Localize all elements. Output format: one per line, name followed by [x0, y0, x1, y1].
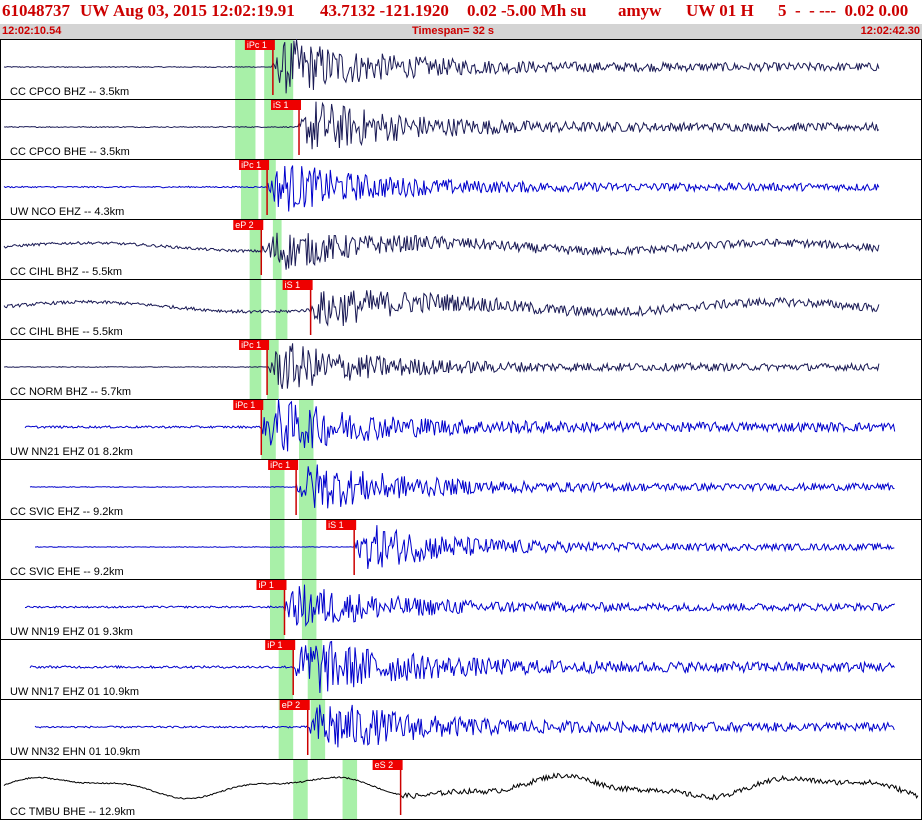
- pick-label: eP 2: [235, 220, 253, 230]
- time-window: [301, 520, 317, 579]
- event-header: 61048737 UW Aug 03, 2015 12:02:19.91 43.…: [0, 0, 922, 24]
- start-time: 12:02:10.54: [2, 25, 62, 37]
- event-author: amyw: [618, 1, 662, 20]
- station-label: CC NORM BHZ -- 5.7km: [10, 386, 131, 398]
- trace-row[interactable]: iPc 1 UW NN21 EHZ 01 8.2km: [0, 399, 922, 460]
- trace-panel[interactable]: iPc 1 CC CPCO BHZ -- 3.5km iS 1 CC CPCO BHE…: [0, 39, 922, 820]
- time-window: [269, 520, 285, 579]
- waveform: [3, 772, 919, 801]
- trace-row-border: [0, 759, 922, 820]
- pick-label: iS 1: [328, 520, 344, 530]
- trace-row[interactable]: eP 2 UW NN32 EHN 01 10.9km: [0, 699, 922, 760]
- event-magnitude: 0.02 -5.00 Mh su: [467, 1, 587, 20]
- event-source: UW 01 H: [686, 1, 754, 20]
- trace-row-border: [0, 219, 922, 280]
- trace-row-border: [0, 39, 922, 100]
- time-window: [342, 760, 358, 819]
- trace-row[interactable]: iPc 1 UW NCO EHZ -- 4.3km: [0, 159, 922, 220]
- trace-row[interactable]: eP 2 CC CIHL BHZ -- 5.5km: [0, 219, 922, 280]
- station-label: CC CIHL BHZ -- 5.5km: [10, 266, 122, 278]
- time-window: [293, 760, 308, 819]
- trace-row[interactable]: iPc 1 CC SVIC EHZ -- 9.2km: [0, 459, 922, 520]
- waveform: [29, 464, 895, 509]
- pick-label: iS 1: [285, 280, 301, 290]
- pick-label: iPc 1: [241, 160, 261, 170]
- pick-label: iPc 1: [270, 460, 290, 470]
- trace-row[interactable]: iPc 1 CC NORM BHZ -- 5.7km: [0, 339, 922, 400]
- waveform: [34, 704, 895, 748]
- waveform: [24, 584, 895, 627]
- pick-label: iS 1: [273, 100, 289, 110]
- pick-label: iPc 1: [235, 400, 255, 410]
- station-label: CC CPCO BHZ -- 3.5km: [10, 86, 129, 98]
- time-window: [235, 100, 256, 159]
- waveform: [3, 39, 880, 94]
- station-label: UW NN32 EHN 01 10.9km: [10, 746, 140, 758]
- pick-label: iPc 1: [241, 340, 261, 350]
- station-label: UW NN21 EHZ 01 8.2km: [10, 446, 133, 458]
- end-time: 12:02:42.30: [860, 25, 920, 37]
- pick-label: iP 1: [267, 640, 282, 650]
- station-label: UW NN19 EHZ 01 9.3km: [10, 626, 133, 638]
- trace-row[interactable]: iP 1 UW NN19 EHZ 01 9.3km: [0, 579, 922, 640]
- trace-row[interactable]: iP 1 UW NN17 EHZ 01 10.9km: [0, 639, 922, 700]
- trace-row[interactable]: iS 1 CC CPCO BHE -- 3.5km: [0, 99, 922, 160]
- trace-row-border: [0, 279, 922, 340]
- station-label: CC SVIC EHE -- 9.2km: [10, 566, 124, 578]
- timespan: Timespan= 32 s: [412, 25, 495, 37]
- station-label: UW NN17 EHZ 01 10.9km: [10, 686, 139, 698]
- station-label: CC CPCO BHE -- 3.5km: [10, 146, 130, 158]
- trace-row[interactable]: eS 2 CC TMBU BHE -- 12.9km: [0, 759, 922, 820]
- trace-row[interactable]: iS 1 CC SVIC EHE -- 9.2km: [0, 519, 922, 580]
- waveform: [3, 290, 880, 327]
- seismogram-viewer: 61048737 UW Aug 03, 2015 12:02:19.91 43.…: [0, 0, 922, 820]
- time-bar: 12:02:10.54 Timespan= 32 s 12:02:42.30: [0, 24, 922, 39]
- waveform: [3, 232, 880, 270]
- pick-label: eS 2: [375, 760, 394, 770]
- trace-row-border: [0, 519, 922, 580]
- waveform: [29, 640, 895, 694]
- trace-row-border: [0, 459, 922, 520]
- pick-label: iPc 1: [247, 40, 267, 50]
- event-id: 61048737: [2, 1, 70, 20]
- time-window: [249, 280, 262, 339]
- waveform: [3, 165, 880, 212]
- waveform: [24, 399, 896, 452]
- event-network: UW: [80, 1, 110, 20]
- waveform: [3, 101, 880, 150]
- event-datetime: Aug 03, 2015 12:02:19.91: [113, 1, 295, 20]
- station-label: CC SVIC EHZ -- 9.2km: [10, 506, 123, 518]
- event-quality: 5 - - --- 0.02 0.00: [778, 1, 909, 20]
- event-location: 43.7132 -121.1920: [320, 1, 449, 20]
- waveform: [3, 343, 880, 390]
- trace-row[interactable]: iS 1 CC CIHL BHE -- 5.5km: [0, 279, 922, 340]
- pick-label: iP 1: [258, 580, 273, 590]
- waveform: [35, 525, 895, 569]
- trace-row-border: [0, 399, 922, 460]
- station-label: CC TMBU BHE -- 12.9km: [10, 806, 135, 818]
- station-label: UW NCO EHZ -- 4.3km: [10, 206, 124, 218]
- trace-row[interactable]: iPc 1 CC CPCO BHZ -- 3.5km: [0, 39, 922, 100]
- station-label: CC CIHL BHE -- 5.5km: [10, 326, 123, 338]
- pick-label: eP 2: [282, 700, 300, 710]
